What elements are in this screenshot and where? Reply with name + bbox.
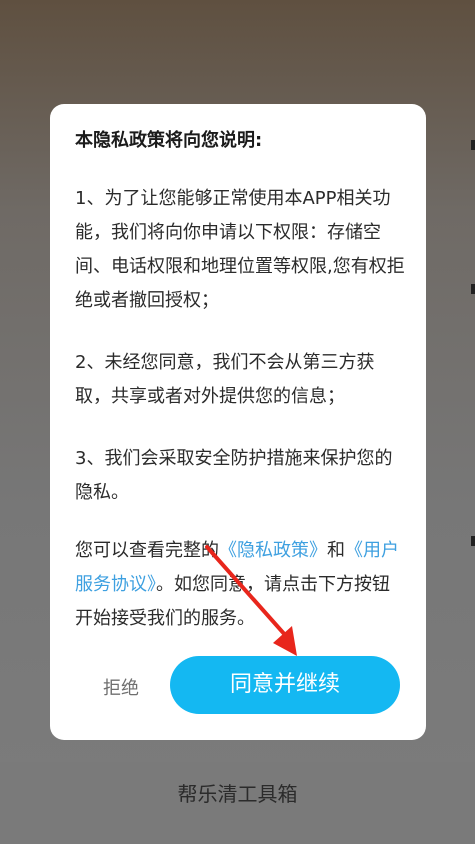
edge-fragment	[471, 140, 475, 150]
app-name: 帮乐清工具箱	[177, 782, 298, 806]
agree-continue-button[interactable]: 同意并继续	[170, 656, 400, 714]
privacy-policy-link[interactable]: 《隐私政策》	[219, 540, 327, 561]
edge-fragment	[471, 284, 475, 294]
privacy-dialog: 本隐私政策将向您说明: 1、为了让您能够正常使用本APP相关功能，我们将向你申请…	[50, 104, 426, 740]
notice-and: 和	[327, 540, 345, 561]
policy-links-text: 您可以查看完整的《隐私政策》和《用户服务协议》。如您同意，请点击下方按钮开始接受…	[75, 534, 405, 636]
dialog-title: 本隐私政策将向您说明:	[75, 130, 263, 151]
notice-prefix: 您可以查看完整的	[75, 540, 219, 561]
reject-button[interactable]: 拒绝	[103, 674, 139, 700]
edge-fragment	[471, 536, 475, 546]
data-sharing-notice: 2、未经您同意，我们不会从第三方获取，共享或者对外提供您的信息；	[75, 352, 375, 407]
permission-notice: 1、为了让您能够正常使用本APP相关功能，我们将向你申请以下权限：存储空间、电话…	[75, 188, 405, 311]
security-notice: 3、我们会采取安全防护措施来保护您的隐私。	[75, 448, 393, 503]
